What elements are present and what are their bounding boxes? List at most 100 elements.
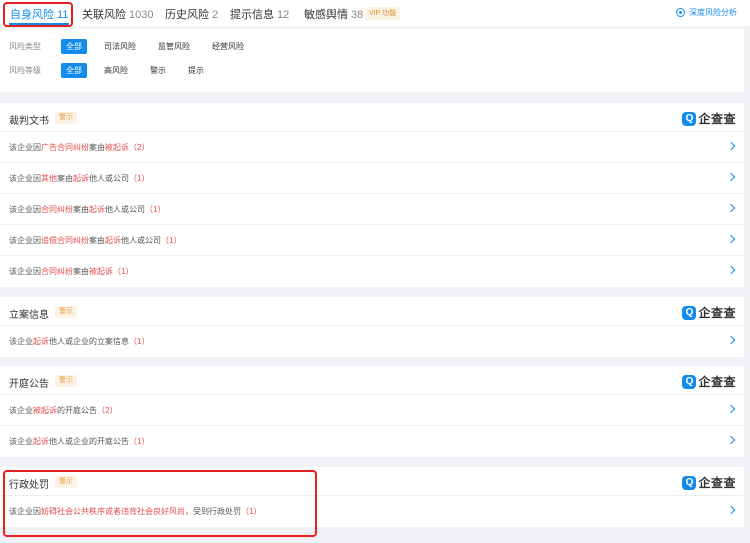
section-header: 裁判文书 警示 Q 企查查	[0, 103, 744, 132]
tab-tips[interactable]: 提示信息 12	[230, 6, 289, 22]
chevron-right-icon	[726, 141, 736, 151]
risk-row[interactable]: 该企业因其他案由起诉他人或公司（1）	[0, 163, 744, 194]
risk-text: 该企业因	[9, 174, 41, 183]
risk-count: （1）	[145, 205, 166, 214]
filter-type-all[interactable]: 全部	[61, 39, 87, 54]
risk-text: 的开庭公告	[57, 406, 97, 415]
qichacha-logo-icon: Q	[682, 475, 697, 490]
risk-count: （1）	[241, 507, 262, 516]
risk-text: 广告合同纠纷	[41, 143, 89, 152]
risk-count: （1）	[161, 236, 182, 245]
risk-text: 他人或公司	[89, 174, 129, 183]
risk-text: 该企业	[9, 337, 33, 346]
risk-text: 案由	[89, 143, 105, 152]
risk-text: 其他	[41, 174, 57, 183]
risk-text: 案由	[57, 174, 73, 183]
warning-badge: 警示	[55, 112, 77, 124]
risk-text: 追偿合同纠纷	[41, 236, 89, 245]
risk-row[interactable]: 该企业因追偿合同纠纷案由起诉他人或公司（1）	[0, 225, 744, 256]
section-header: 开庭公告 警示 Q 企查查	[0, 366, 744, 395]
risk-text: 案由	[73, 205, 89, 214]
risk-row[interactable]: 该企业起诉他人或企业的立案信息（1）	[0, 326, 744, 357]
risk-tabs: 自身风险 11 关联风险 1030 历史风险 2 提示信息 12 敏感舆情 38 VIP …	[0, 0, 750, 26]
qichacha-logo: Q 企查查	[682, 110, 736, 127]
risk-count: （1）	[113, 267, 134, 276]
risk-text: 起诉	[105, 236, 121, 245]
chevron-right-icon	[726, 265, 736, 275]
risk-text: 起诉	[33, 437, 49, 446]
risk-text: 合同纠纷	[41, 205, 73, 214]
risk-text: 该企业因	[9, 267, 41, 276]
section-title: 立案信息	[9, 310, 49, 321]
risk-count: （2）	[129, 143, 150, 152]
risk-row[interactable]: 该企业因广告合同纠纷案由被起诉（2）	[0, 132, 744, 163]
risk-row[interactable]: 该企业因合同纠纷案由被起诉（1）	[0, 256, 744, 287]
chevron-right-icon	[726, 234, 736, 244]
filter-level-high[interactable]: 高风险	[99, 63, 133, 78]
risk-count: （1）	[129, 174, 150, 183]
section-header: 行政处罚 警示 Q 企查查	[0, 467, 744, 496]
risk-page: 自身风险 11 关联风险 1030 历史风险 2 提示信息 12 敏感舆情 38 VIP …	[0, 0, 750, 543]
section-title: 行政处罚	[9, 480, 49, 491]
qichacha-logo-icon: Q	[682, 374, 697, 389]
risk-text: 案由	[73, 267, 89, 276]
risk-text: 妨碍社会公共秩序或者违背社会良好风尚	[41, 507, 185, 516]
filter-level-all[interactable]: 全部	[61, 63, 87, 78]
risk-text: 该企业因	[9, 143, 41, 152]
filter-type-judicial[interactable]: 司法风险	[99, 39, 141, 54]
risk-count: （2）	[97, 406, 118, 415]
chevron-right-icon	[726, 203, 736, 213]
chevron-right-icon	[726, 404, 736, 414]
section-header: 立案信息 警示 Q 企查查	[0, 297, 744, 326]
risk-text: 被起诉	[105, 143, 129, 152]
risk-text: 他人或企业的立案信息	[49, 337, 129, 346]
risk-count: （1）	[129, 437, 150, 446]
filter-type-operation[interactable]: 经营风险	[207, 39, 249, 54]
chevron-right-icon	[726, 505, 736, 515]
tab-related-risk[interactable]: 关联风险 1030	[82, 6, 153, 22]
warning-badge: 警示	[55, 306, 77, 318]
risk-text: 起诉	[89, 205, 105, 214]
risk-text: 合同纠纷	[41, 267, 73, 276]
tab-sentiment[interactable]: 敏感舆情 38	[304, 6, 363, 22]
risk-text: 他人或公司	[121, 236, 161, 245]
filter-level-warning[interactable]: 警示	[145, 63, 171, 78]
card-court-notice: 开庭公告 警示 Q 企查查 该企业被起诉的开庭公告（2） 该企业起诉他人或企业的开庭公告（…	[0, 366, 744, 457]
qichacha-logo-icon: Q	[682, 305, 697, 320]
risk-text: 起诉	[33, 337, 49, 346]
section-title: 开庭公告	[9, 379, 49, 390]
active-tab-underline	[9, 23, 69, 25]
qichacha-logo-text: 企查查	[698, 112, 736, 126]
risk-text: 他人或公司	[105, 205, 145, 214]
risk-text: 起诉	[73, 174, 89, 183]
chevron-right-icon	[726, 435, 736, 445]
chevron-right-icon	[726, 172, 736, 182]
card-case-filing: 立案信息 警示 Q 企查查该企业起诉他人或企业的立案信息（1）	[0, 297, 744, 357]
risk-text: 该企业因	[9, 236, 41, 245]
card-admin-penalty: 行政处罚 警示 Q 企查查该企业因妨碍社会公共秩序或者违背社会良好风尚，受到行政处罚（…	[0, 467, 744, 527]
risk-row[interactable]: 该企业被起诉的开庭公告（2）	[0, 395, 744, 426]
qichacha-logo: Q 企查查	[682, 304, 736, 321]
filter-type-regulatory[interactable]: 监管风险	[153, 39, 195, 54]
filter-level-tip[interactable]: 提示	[183, 63, 209, 78]
qichacha-logo-icon: Q	[682, 111, 697, 126]
risk-row[interactable]: 该企业因合同纠纷案由起诉他人或公司（1）	[0, 194, 744, 225]
risk-text: 他人或企业的开庭公告	[49, 437, 129, 446]
filter-panel: 风险类型 全部 司法风险 监管风险 经营风险 风险等级 全部 高风险 警示 提示	[0, 29, 744, 92]
risk-text: 案由	[89, 236, 105, 245]
qichacha-logo-text: 企查查	[698, 306, 736, 320]
risk-count: （1）	[129, 337, 150, 346]
card-judgments: 裁判文书 警示 Q 企查查 该企业因广告合同纠纷案由被起诉（2） 该企业因其他案由起诉他人…	[0, 103, 744, 287]
risk-text: 被起诉	[33, 406, 57, 415]
tab-self-risk[interactable]: 自身风险 11	[10, 6, 68, 22]
qichacha-logo: Q 企查查	[682, 373, 736, 390]
warning-badge: 警示	[55, 476, 77, 488]
risk-row[interactable]: 该企业起诉他人或企业的开庭公告（1）	[0, 426, 744, 457]
deep-analysis-link[interactable]: 深度风险分析	[676, 7, 737, 18]
filter-risk-level: 风险等级 全部 高风险 警示 提示	[9, 63, 221, 78]
risk-row[interactable]: 该企业因妨碍社会公共秩序或者违背社会良好风尚，受到行政处罚（1）	[0, 496, 744, 527]
risk-text: 被起诉	[89, 267, 113, 276]
tab-history-risk[interactable]: 历史风险 2	[165, 6, 218, 22]
section-title: 裁判文书	[9, 116, 49, 127]
qichacha-logo: Q 企查查	[682, 474, 736, 491]
